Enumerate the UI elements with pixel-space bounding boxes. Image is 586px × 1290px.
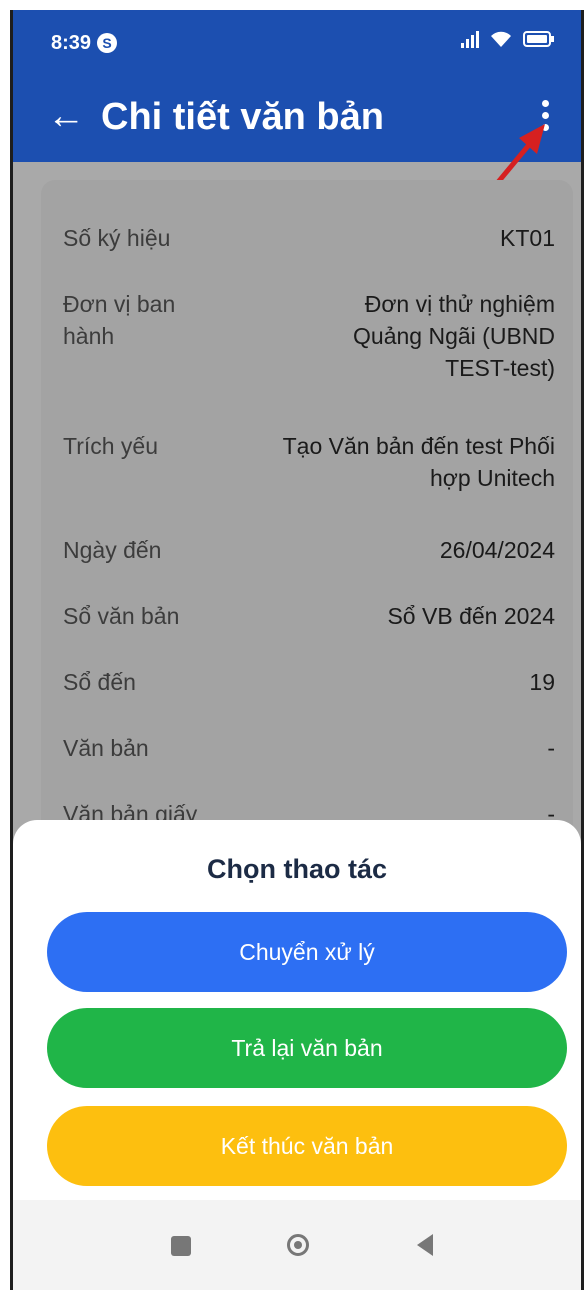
sheet-title: Chọn thao tác [207,854,387,884]
finish-document-button[interactable]: Kết thúc văn bản [47,1106,567,1186]
system-icons [461,30,555,48]
recent-apps-icon[interactable] [171,1236,191,1256]
home-icon[interactable] [287,1234,309,1256]
forward-process-button[interactable]: Chuyển xử lý [47,912,567,992]
system-nav-bar [13,1200,581,1290]
battery-icon [523,30,555,48]
detail-value: Đơn vị thử nghiệm Quảng Ngãi (UBND TEST-… [353,291,555,381]
detail-value: 19 [529,669,555,695]
detail-label: Văn bản [63,735,149,761]
page-title: Chi tiết văn bản [101,96,384,138]
detail-label: Sổ đến [63,669,136,695]
nav-back-icon[interactable] [417,1234,433,1256]
status-bar: 8:39 S [13,10,581,74]
detail-value: 26/04/2024 [439,537,555,563]
back-button[interactable]: ← [47,88,85,144]
detail-value: KT01 [500,225,555,251]
action-bottom-sheet: Chọn thao tác Chuyển xử lý Trả lại văn b… [13,820,581,1200]
status-time: 8:39 [51,32,92,54]
wifi-icon [489,30,513,48]
document-details-card: Số ký hiệu KT01 Đơn vị ban hành Đơn vị t… [41,180,573,900]
return-document-button[interactable]: Trả lại văn bản [47,1008,567,1088]
detail-label: Đơn vị ban hành [63,291,176,349]
detail-value: Tạo Văn bản đến test Phối hợp Unitech [282,433,555,491]
detail-label: Sổ văn bản [63,603,180,629]
detail-value: - [547,735,555,761]
phone-screen: 8:39 S ← Chi tiết văn bản Số ký hiệu KT0… [10,10,584,1290]
app-notification-icon: S [97,33,117,53]
detail-label: Trích yếu [63,433,159,459]
signal-icon [461,30,479,48]
detail-value: Sổ VB đến 2024 [387,603,555,629]
detail-label: Ngày đến [63,537,162,563]
detail-label: Số ký hiệu [63,225,171,251]
